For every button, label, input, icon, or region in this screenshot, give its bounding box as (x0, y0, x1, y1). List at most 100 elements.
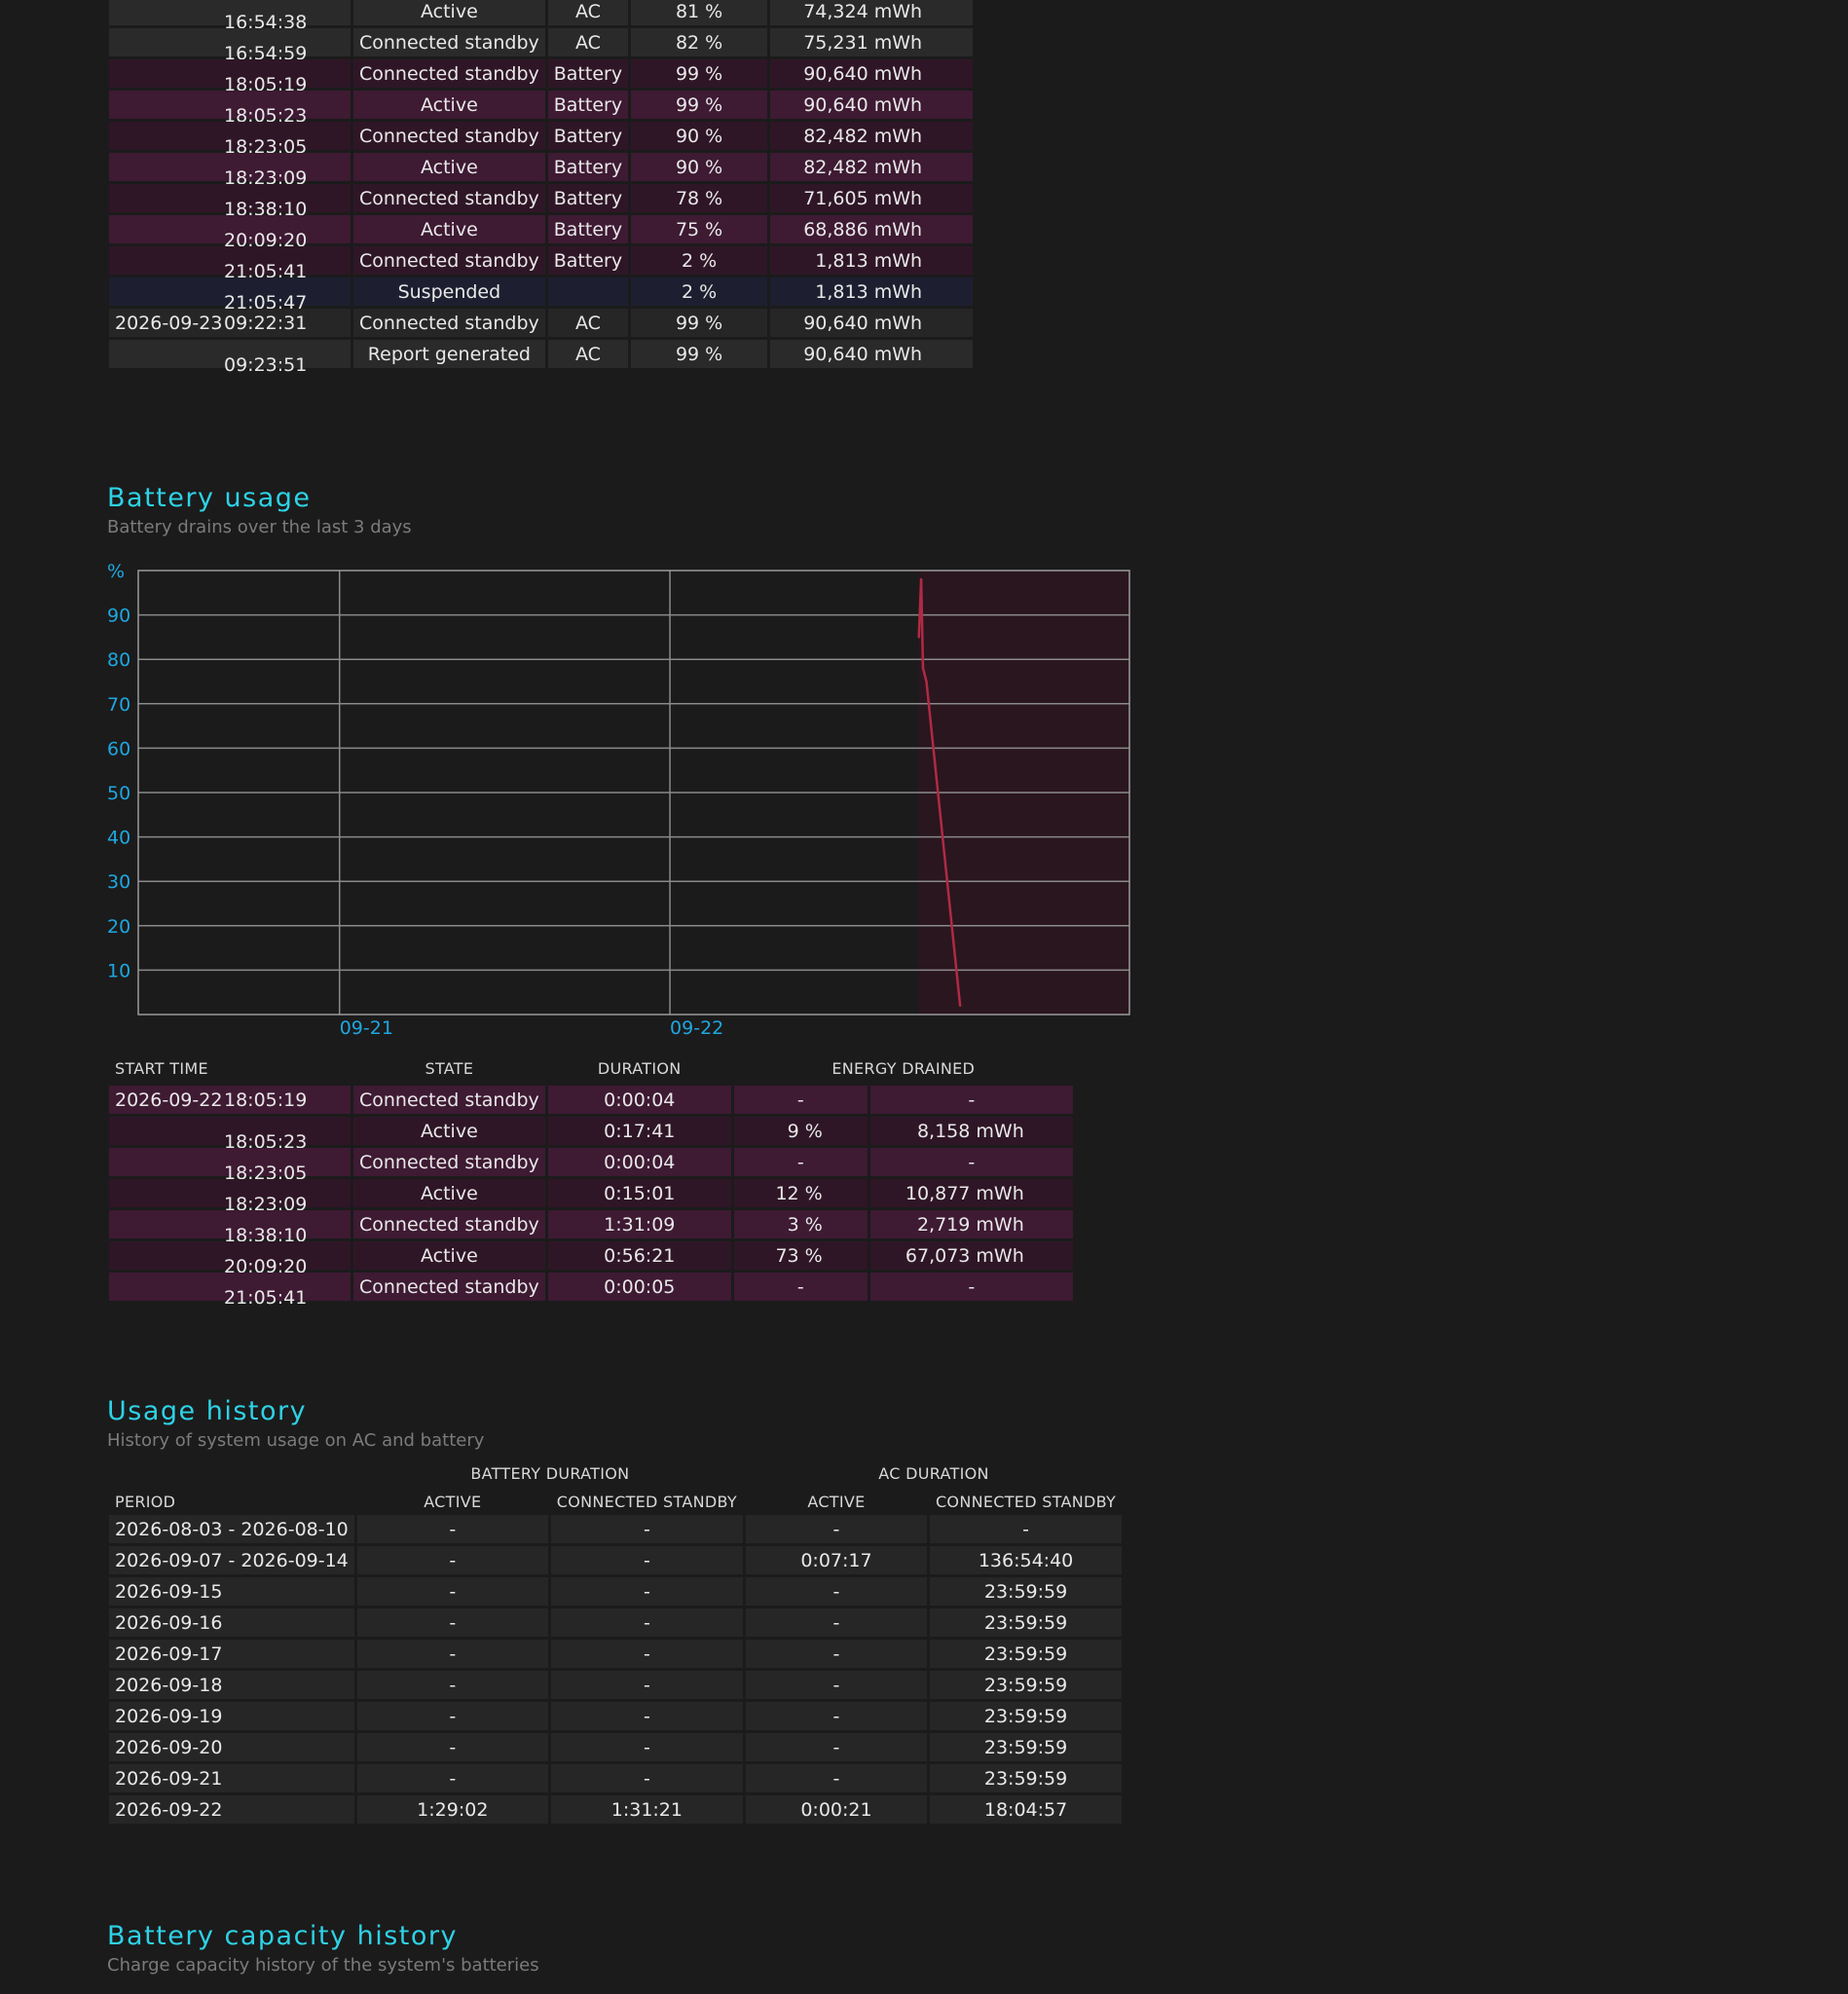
table-row: 18:23:05 Connected standby Battery 90 % 82,4… (109, 122, 974, 158)
start-time-cell: 18:05:23 (109, 91, 351, 127)
date-text: 2026-09-22 (115, 1089, 223, 1111)
table-row: 18:38:10 Connected standby 1:31:09 3 % 2,719… (109, 1210, 1073, 1246)
start-time-cell: 09:23:51 (109, 340, 351, 376)
ac-connected-standby-cell: 18:04:57 (929, 1795, 1123, 1824)
state-cell: Connected standby (353, 1210, 545, 1238)
battery-connected-standby-cell: - (550, 1577, 743, 1606)
y-tick-label: 80 (107, 649, 130, 671)
time-text: 21:05:41 (224, 1286, 308, 1309)
recent-usage-table: 2026-09-2216:44:40Connected standbyAC79 … (106, 0, 976, 376)
duration-cell: 0:17:41 (547, 1117, 731, 1145)
ac-active-cell: 0:00:21 (745, 1795, 927, 1824)
ac-active-cell: - (745, 1577, 927, 1606)
state-cell: Connected standby (353, 122, 545, 150)
battery-duration-group: BATTERY DURATION (470, 1464, 630, 1483)
percent-cell: 90 % (631, 153, 768, 181)
table-row: 18:23:09 Active Battery 90 % 82,482 mWh (109, 153, 974, 189)
battery-active-cell: 1:29:02 (356, 1795, 548, 1824)
percent-cell: 78 % (631, 184, 768, 212)
energy-mwh-cell: - (869, 1273, 1073, 1301)
ac-connected-standby-cell: 23:59:59 (929, 1608, 1123, 1637)
data-point (925, 680, 928, 683)
capacity-cell: 82,482 mWh (770, 153, 974, 181)
date-text: 2026-09-23 (115, 312, 223, 334)
percent-cell: 99 % (631, 340, 768, 368)
period-cell: 2026-08-03 - 2026-08-10 (109, 1515, 354, 1543)
ac-connected-standby-cell: 23:59:59 (929, 1640, 1123, 1668)
battery-active-cell: - (356, 1733, 548, 1761)
source-cell (547, 277, 629, 306)
capacity-cell: 90,640 mWh (770, 340, 974, 368)
table-row: 09:23:51 Report generated AC 99 % 90,640 mWh (109, 340, 974, 376)
y-tick-label: 30 (107, 871, 130, 893)
start-time-cell: 18:23:05 (109, 122, 351, 158)
table-row: 21:05:41 Connected standby Battery 2 % 1,813… (109, 246, 974, 282)
period-cell: 2026-09-16 (109, 1608, 354, 1637)
table-row: 18:05:19 Connected standby Battery 99 % 90,6… (109, 59, 974, 95)
table-row: 2026-09-20- - -23:59:59 (109, 1733, 1123, 1761)
col-start-time: START TIME (115, 1059, 208, 1078)
ac-connected-standby-cell: 23:59:59 (929, 1671, 1123, 1699)
battery-connected-standby-cell: - (550, 1640, 743, 1668)
table-row: 2026-09-19- - -23:59:59 (109, 1702, 1123, 1730)
ac-active-cell: - (745, 1515, 927, 1543)
state-cell: Connected standby (353, 184, 545, 212)
table-row: 2026-09-15- - -23:59:59 (109, 1577, 1123, 1606)
data-point (919, 577, 923, 581)
col-period: PERIOD (115, 1492, 176, 1511)
col-state: STATE (425, 1059, 474, 1078)
state-cell: Connected standby (353, 1273, 545, 1301)
ac-connected-standby-cell: 23:59:59 (929, 1577, 1123, 1606)
time-text: 09:23:51 (224, 353, 308, 376)
state-cell: Connected standby (353, 246, 545, 275)
capacity-history-title: Battery capacity history (107, 1921, 458, 1951)
percent-cell: 2 % (631, 246, 768, 275)
battery-active-cell: - (356, 1608, 548, 1637)
battery-active-cell: - (356, 1546, 548, 1574)
table-row: 2026-09-16- - -23:59:59 (109, 1608, 1123, 1637)
start-time-cell: 21:05:41 (109, 246, 351, 282)
start-time-cell: 18:38:10 (109, 184, 351, 220)
period-cell: 2026-09-17 (109, 1640, 354, 1668)
col-ac-connected-standby: CONNECTED STANDBY (935, 1492, 1117, 1511)
start-time-cell: 18:23:09 (109, 153, 351, 189)
table-row: 20:09:20 Active Battery 75 % 68,886 mWh (109, 215, 974, 251)
duration-cell: 0:15:01 (547, 1179, 731, 1207)
data-point (917, 636, 920, 639)
energy-percent-cell: 12 % (733, 1179, 868, 1207)
energy-mwh-cell: 67,073 mWh (869, 1241, 1073, 1270)
period-cell: 2026-09-20 (109, 1733, 354, 1761)
col-duration: DURATION (597, 1059, 682, 1078)
table-row: 2026-09-18- - -23:59:59 (109, 1671, 1123, 1699)
state-cell: Active (353, 215, 545, 243)
table-row: 2026-09-22 18:05:19 Connected standby 0:00:… (109, 1086, 1073, 1114)
battery-connected-standby-cell: - (550, 1608, 743, 1637)
state-cell: Connected standby (353, 28, 545, 56)
capacity-cell: 90,640 mWh (770, 309, 974, 337)
period-cell: 2026-09-22 (109, 1795, 354, 1824)
table-row: 18:05:23 Active Battery 99 % 90,640 mWh (109, 91, 974, 127)
state-cell: Active (353, 1179, 545, 1207)
battery-active-cell: - (356, 1640, 548, 1668)
battery-connected-standby-cell: - (550, 1546, 743, 1574)
start-time-cell: 16:54:59 (109, 28, 351, 64)
start-time-cell: 21:05:41 (109, 1273, 351, 1309)
state-cell: Connected standby (353, 1148, 545, 1176)
source-cell: Battery (547, 215, 629, 243)
period-cell: 2026-09-21 (109, 1764, 354, 1792)
state-cell: Connected standby (353, 59, 545, 88)
source-cell: AC (547, 28, 629, 56)
ac-active-cell: - (745, 1702, 927, 1730)
source-cell: Battery (547, 91, 629, 119)
percent-cell: 82 % (631, 28, 768, 56)
data-point (958, 1004, 962, 1008)
time-text: 09:22:31 (224, 312, 308, 334)
ac-connected-standby-cell: 23:59:59 (929, 1702, 1123, 1730)
usage-history-table: BATTERY DURATION AC DURATION PERIOD ACTI… (106, 1457, 1125, 1827)
y-tick-label: 10 (107, 960, 130, 981)
source-cell: Battery (547, 59, 629, 88)
y-tick-label: 50 (107, 783, 130, 804)
y-tick-label: 40 (107, 828, 130, 849)
start-time-cell: 2026-09-23 09:22:31 (109, 309, 351, 337)
capacity-cell: 71,605 mWh (770, 184, 974, 212)
